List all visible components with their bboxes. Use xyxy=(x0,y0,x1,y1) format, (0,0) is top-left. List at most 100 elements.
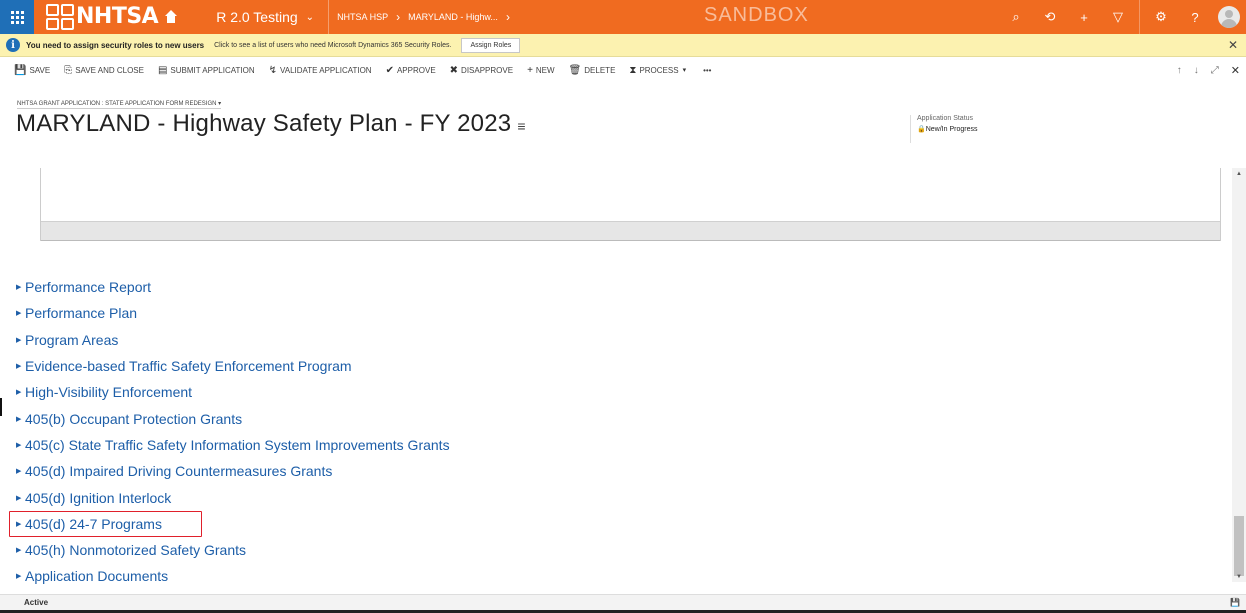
app-launcher-button[interactable] xyxy=(0,0,34,34)
section-performance-report[interactable]: ▶ Performance Report xyxy=(16,274,450,300)
status-value: 🔒New/In Progress xyxy=(917,125,977,133)
arrow-down-icon[interactable]: ↓ xyxy=(1194,65,1199,76)
notification-bar: i You need to assign security roles to n… xyxy=(0,34,1246,57)
breadcrumb-item-hsp[interactable]: NHTSA HSP xyxy=(337,12,388,22)
sandbox-label: SANDBOX xyxy=(704,4,809,26)
chevron-right-icon: › xyxy=(505,10,510,24)
highlight-box xyxy=(9,510,202,537)
gear-icon[interactable]: ⚙ xyxy=(1144,0,1178,34)
submit-application-button[interactable]: ▤ SUBMIT APPLICATION xyxy=(158,57,255,83)
section-performance-plan[interactable]: ▶ Performance Plan xyxy=(16,300,450,326)
triangle-right-icon: ▶ xyxy=(16,310,22,318)
expand-icon[interactable]: ⤢ xyxy=(1211,65,1219,76)
section-label: Evidence-based Traffic Safety Enforcemen… xyxy=(25,358,352,375)
close-icon[interactable]: ✕ xyxy=(1231,64,1240,77)
scroll-up-icon[interactable]: ▲ xyxy=(1236,171,1242,177)
triangle-right-icon: ▶ xyxy=(16,336,22,344)
section-label: 405(d) Impaired Driving Countermeasures … xyxy=(25,463,333,480)
divider xyxy=(1139,0,1140,34)
chevron-down-icon: ▾ xyxy=(218,101,222,107)
section-label: Program Areas xyxy=(25,331,119,348)
frame-scrollbar[interactable] xyxy=(41,221,1220,241)
x-icon: ✖ xyxy=(449,64,459,76)
plus-icon: + xyxy=(527,64,533,76)
history-icon[interactable]: ⟲ xyxy=(1033,0,1067,34)
close-icon[interactable]: ✕ xyxy=(1228,38,1238,52)
notification-title: You need to assign security roles to new… xyxy=(26,40,205,50)
environment-selector[interactable]: R 2.0 Testing ⌄ xyxy=(216,9,314,25)
status-label: Application Status xyxy=(917,115,974,122)
left-edge-marker xyxy=(0,398,2,416)
submit-icon: ▤ xyxy=(157,64,168,76)
form-selector[interactable]: NHTSA GRANT APPLICATION : STATE APPLICAT… xyxy=(17,100,222,109)
lock-icon: 🔒 xyxy=(917,126,926,133)
section-program-areas[interactable]: ▶ Program Areas xyxy=(16,327,450,353)
plus-icon[interactable]: + xyxy=(1067,0,1101,34)
section-evidence-based-enforcement[interactable]: ▶ Evidence-based Traffic Safety Enforceme… xyxy=(16,353,450,379)
breadcrumb: NHTSA HSP › MARYLAND - Highw... › xyxy=(328,0,518,34)
home-icon[interactable] xyxy=(164,10,178,24)
section-405c[interactable]: ▶ 405(c) State Traffic Safety Information… xyxy=(16,432,450,458)
arrow-up-icon[interactable]: ↑ xyxy=(1177,65,1182,76)
triangle-right-icon: ▶ xyxy=(16,415,22,423)
process-button[interactable]: ⧗ PROCESS ▾ xyxy=(629,57,689,83)
new-button[interactable]: + NEW xyxy=(527,57,555,83)
delete-label: DELETE xyxy=(584,65,616,75)
page-title: MARYLAND - Highway Safety Plan - FY 2023… xyxy=(16,110,526,138)
assign-roles-button[interactable]: Assign Roles xyxy=(461,37,521,53)
section-label: Performance Plan xyxy=(25,305,138,322)
validate-application-label: VALIDATE APPLICATION xyxy=(279,65,372,75)
form-scrollbar[interactable]: ▲ ▼ xyxy=(1232,168,1246,582)
save-and-close-label: SAVE AND CLOSE xyxy=(75,65,144,75)
app-window: NHTSA R 2.0 Testing ⌄ NHTSA HSP › MARYLA… xyxy=(0,0,1246,613)
environment-label: R 2.0 Testing xyxy=(216,9,298,25)
section-label: Performance Report xyxy=(25,279,152,296)
validate-application-button[interactable]: ↯ VALIDATE APPLICATION xyxy=(269,57,372,83)
nhtsa-logo[interactable]: NHTSA xyxy=(46,0,178,34)
breadcrumb-item-record[interactable]: MARYLAND - Highw... xyxy=(408,12,498,22)
scroll-down-icon[interactable]: ▼ xyxy=(1236,574,1242,580)
save-and-close-button[interactable]: ⎘ SAVE AND CLOSE xyxy=(64,57,144,83)
record-title: MARYLAND - Highway Safety Plan - FY 2023 xyxy=(16,110,512,137)
chevron-down-icon: ▾ xyxy=(682,67,687,74)
new-label: NEW xyxy=(535,65,555,75)
record-status: Active xyxy=(24,598,49,607)
filter-icon[interactable]: ▽ xyxy=(1101,0,1135,34)
section-high-visibility-enforcement[interactable]: ▶ High-Visibility Enforcement xyxy=(16,379,450,405)
help-icon[interactable]: ? xyxy=(1178,0,1212,34)
section-label: 405(h) Nonmotorized Safety Grants xyxy=(25,542,246,559)
list-menu-icon[interactable]: ≡ xyxy=(517,118,525,134)
notification-message[interactable]: Click to see a list of users who need Mi… xyxy=(214,42,451,49)
section-application-documents[interactable]: ▶ Application Documents xyxy=(16,563,450,589)
chevron-down-icon: ⌄ xyxy=(305,11,315,23)
more-commands-button[interactable]: ••• xyxy=(703,57,711,83)
section-405d-24-7[interactable]: ▶ 405(d) 24-7 Programs xyxy=(9,510,450,537)
section-label: Application Documents xyxy=(25,568,169,585)
validate-icon: ↯ xyxy=(268,64,277,76)
section-405b[interactable]: ▶ 405(b) Occupant Protection Grants xyxy=(16,405,450,431)
disapprove-label: DISAPPROVE xyxy=(461,65,514,75)
search-icon[interactable]: ⌕ xyxy=(999,0,1033,34)
delete-button[interactable]: 🗑 DELETE xyxy=(569,57,616,83)
section-405h[interactable]: ▶ 405(h) Nonmotorized Safety Grants xyxy=(16,537,450,563)
user-avatar-icon[interactable] xyxy=(1218,6,1240,28)
status-value-text: New/In Progress xyxy=(925,126,978,133)
approve-button[interactable]: ✔ APPROVE xyxy=(386,57,436,83)
command-bar: 💾 SAVE ⎘ SAVE AND CLOSE ▤ SUBMIT APPLICATIO… xyxy=(0,57,1246,83)
submit-application-label: SUBMIT APPLICATION xyxy=(170,65,255,75)
record-nav: ↑ ↓ ⤢ ✕ xyxy=(1165,57,1240,83)
scroll-thumb[interactable] xyxy=(1234,516,1244,576)
section-label: 405(d) Ignition Interlock xyxy=(25,489,172,506)
info-icon: i xyxy=(6,38,20,52)
section-405d-impaired[interactable]: ▶ 405(d) Impaired Driving Countermeasures… xyxy=(16,458,450,484)
nav-actions: ⌕ ⟲ + ▽ ⚙ ? xyxy=(999,0,1246,34)
save-icon[interactable]: 💾 xyxy=(1230,598,1240,607)
logo-text: NHTSA xyxy=(76,4,159,29)
embedded-frame xyxy=(40,168,1221,241)
disapprove-button[interactable]: ✖ DISAPPROVE xyxy=(450,57,513,83)
triangle-right-icon: ▶ xyxy=(16,468,22,476)
section-405d-ignition[interactable]: ▶ 405(d) Ignition Interlock xyxy=(16,484,450,510)
chevron-right-icon: › xyxy=(396,10,401,24)
triangle-right-icon: ▶ xyxy=(16,363,22,371)
save-button[interactable]: 💾 SAVE xyxy=(14,57,50,83)
